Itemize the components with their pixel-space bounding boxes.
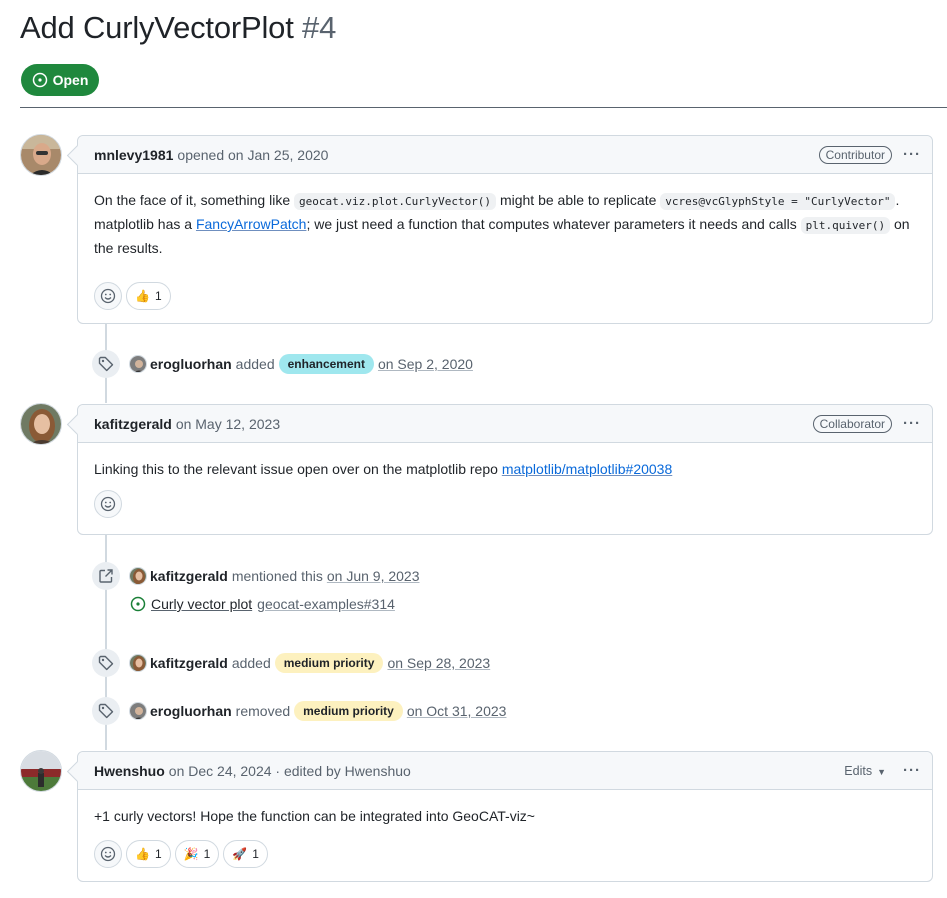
- reaction-count: 1: [252, 847, 259, 861]
- comment-body: +1 curly vectors! Hope the function can …: [78, 790, 932, 827]
- issue-state-label: Open: [52, 72, 89, 88]
- edits-dropdown[interactable]: Edits ▼: [844, 764, 886, 778]
- comment-text: On the face of it, something like: [94, 192, 294, 208]
- chevron-down-icon: ▼: [877, 766, 886, 777]
- reaction-hooray[interactable]: 🎉 1: [174, 840, 220, 868]
- reactions-bar: 👍 1 🎉 1 🚀 1: [78, 840, 932, 868]
- event-date[interactable]: on Sep 2, 2020: [378, 356, 473, 372]
- event-action: mentioned this: [231, 568, 323, 584]
- event-action: added: [231, 655, 271, 671]
- add-reaction-button[interactable]: [94, 282, 122, 310]
- thumbs-up-icon: 👍: [135, 289, 150, 303]
- cross-reference-icon: [99, 569, 113, 583]
- issue-title-text: Add CurlyVectorPlot: [20, 10, 294, 45]
- comment-header: kafitzgerald on May 12, 2023 Collaborato…: [78, 405, 932, 443]
- inline-code: plt.quiver(): [800, 217, 891, 234]
- comment-text: might be able to replicate: [496, 192, 661, 208]
- avatar-kafitzgerald[interactable]: [20, 403, 62, 445]
- timeline-event-cross-referenced: kafitzgerald mentioned this on Jun 9, 20…: [92, 562, 420, 590]
- reaction-thumbs-up[interactable]: 👍 1: [126, 840, 171, 868]
- avatar-kafitzgerald[interactable]: [129, 654, 147, 672]
- party-popper-icon: 🎉: [183, 847, 199, 861]
- tag-icon: [98, 703, 114, 719]
- comment-author[interactable]: mnlevy1981: [94, 147, 173, 163]
- role-badge: Contributor: [818, 145, 892, 164]
- comment-meta[interactable]: opened on Jan 25, 2020: [177, 147, 328, 163]
- smiley-icon: [100, 496, 116, 512]
- comment-card: kafitzgerald on May 12, 2023 Collaborato…: [77, 404, 933, 535]
- issue-number: #4: [302, 10, 337, 45]
- cross-reference-item[interactable]: Curly vector plot geocat-examples#314: [130, 596, 395, 612]
- comment-author[interactable]: Hwenshuo: [94, 763, 165, 779]
- comment-card: Hwenshuo on Dec 24, 2024 · edited by Hwe…: [77, 751, 933, 882]
- reactions-bar: [78, 490, 932, 518]
- comment-author[interactable]: kafitzgerald: [94, 416, 172, 432]
- inline-code: vcres@vcGlyphStyle = "CurlyVector": [660, 193, 896, 210]
- reaction-count: 1: [203, 847, 211, 861]
- timeline-event-unlabeled: erogluorhan removed medium priority on O…: [92, 697, 506, 725]
- comment-body: Linking this to the relevant issue open …: [78, 443, 932, 480]
- event-author[interactable]: kafitzgerald: [150, 655, 228, 671]
- event-date[interactable]: on Oct 31, 2023: [407, 703, 507, 719]
- edits-label: Edits: [844, 763, 873, 778]
- add-reaction-button[interactable]: [94, 840, 122, 868]
- avatar-erogluorhan[interactable]: [129, 702, 147, 720]
- event-badge: [92, 649, 120, 677]
- rocket-icon: 🚀: [232, 847, 248, 861]
- issue-title: Add CurlyVectorPlot #4: [20, 10, 336, 46]
- comment-options-icon[interactable]: ···: [902, 415, 922, 432]
- comment-body: On the face of it, something like geocat…: [78, 174, 932, 259]
- event-badge: [92, 350, 120, 378]
- timeline-event-labeled: kafitzgerald added medium priority on Se…: [92, 649, 490, 677]
- tag-icon: [98, 655, 114, 671]
- issue-reference-link[interactable]: matplotlib/matplotlib#20038: [502, 461, 672, 477]
- inline-code: geocat.viz.plot.CurlyVector(): [294, 193, 497, 210]
- event-author[interactable]: erogluorhan: [150, 356, 232, 372]
- fancyarrowpatch-link[interactable]: FancyArrowPatch: [196, 216, 306, 232]
- avatar-hwenshuo[interactable]: [20, 750, 62, 792]
- smiley-icon: [100, 846, 116, 862]
- label-medium-priority[interactable]: medium priority: [294, 701, 403, 721]
- reaction-count: 1: [154, 847, 162, 861]
- comment-text: +1 curly vectors! Hope the function can …: [94, 808, 535, 824]
- comment-options-icon[interactable]: ···: [902, 146, 922, 163]
- event-action: added: [235, 356, 275, 372]
- event-author[interactable]: erogluorhan: [150, 703, 232, 719]
- issue-opened-icon: [32, 72, 47, 88]
- event-action: removed: [235, 703, 291, 719]
- issue-opened-icon: [130, 596, 146, 612]
- comment-meta[interactable]: on Dec 24, 2024 · edited by Hwenshuo: [169, 763, 411, 779]
- event-badge: [92, 562, 120, 590]
- tag-icon: [98, 356, 114, 372]
- thumbs-up-icon: 👍: [135, 847, 150, 861]
- label-medium-priority[interactable]: medium priority: [274, 653, 384, 673]
- comment-header: Hwenshuo on Dec 24, 2024 · edited by Hwe…: [78, 752, 932, 790]
- event-author[interactable]: kafitzgerald: [150, 568, 228, 584]
- cross-reference-repo[interactable]: geocat-examples#314: [257, 596, 395, 612]
- issue-state-badge: Open: [21, 64, 99, 96]
- cross-reference-title[interactable]: Curly vector plot: [151, 596, 252, 612]
- avatar-kafitzgerald[interactable]: [129, 567, 147, 585]
- avatar-erogluorhan[interactable]: [129, 355, 147, 373]
- comment-header: mnlevy1981 opened on Jan 25, 2020 Contri…: [78, 136, 932, 174]
- event-badge: [92, 697, 120, 725]
- avatar-mnlevy1981[interactable]: [20, 134, 62, 176]
- add-reaction-button[interactable]: [94, 490, 122, 518]
- comment-options-icon[interactable]: ···: [902, 762, 922, 779]
- event-date[interactable]: on Sep 28, 2023: [387, 655, 490, 671]
- reactions-bar: 👍 1: [78, 282, 932, 310]
- reaction-count: 1: [154, 289, 162, 303]
- reaction-rocket[interactable]: 🚀 1: [223, 840, 268, 868]
- comment-text: Linking this to the relevant issue open …: [94, 461, 502, 477]
- timeline-event-labeled: erogluorhan added enhancement on Sep 2, …: [92, 350, 473, 378]
- role-badge: Collaborator: [812, 414, 892, 433]
- header-divider: [20, 107, 947, 108]
- smiley-icon: [100, 288, 116, 304]
- comment-card: mnlevy1981 opened on Jan 25, 2020 Contri…: [77, 135, 933, 324]
- label-enhancement[interactable]: enhancement: [278, 354, 374, 374]
- comment-text: ; we just need a function that computes …: [306, 216, 801, 232]
- reaction-thumbs-up[interactable]: 👍 1: [126, 282, 171, 310]
- comment-meta[interactable]: on May 12, 2023: [176, 416, 280, 432]
- event-date[interactable]: on Jun 9, 2023: [327, 568, 420, 584]
